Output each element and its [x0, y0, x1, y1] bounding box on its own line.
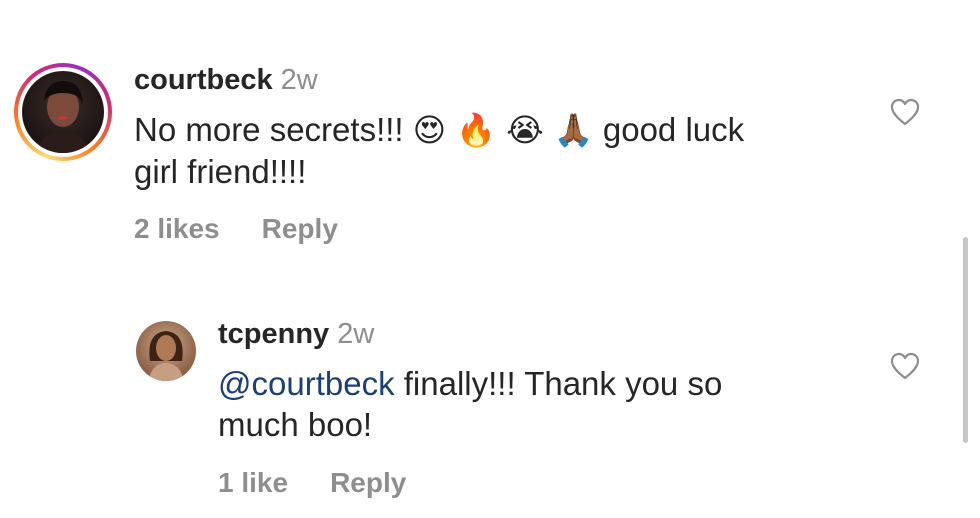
- scrollbar[interactable]: [963, 237, 968, 443]
- likes-count[interactable]: 2 likes: [134, 213, 220, 244]
- story-ring-avatar-courtbeck[interactable]: [14, 63, 112, 161]
- avatar-photo-icon: [36, 81, 90, 153]
- comment-username[interactable]: courtbeck 2w: [134, 64, 318, 97]
- comment-body: No more secrets!!! 😍 🔥 😭 🙏🏾 good luck gi…: [134, 111, 745, 190]
- reply-time: 2w: [337, 318, 375, 350]
- avatar-photo-icon: [148, 331, 184, 381]
- likes-count[interactable]: 1 like: [218, 467, 288, 498]
- reply-meta: 1 like Reply: [218, 467, 406, 499]
- avatar: [22, 71, 104, 153]
- reply-body: @courtbeck finally!!! Thank you so much …: [218, 365, 723, 443]
- reply-button[interactable]: Reply: [330, 467, 406, 498]
- reply-button[interactable]: Reply: [262, 213, 338, 244]
- heart-outline-icon[interactable]: [890, 98, 920, 126]
- mention-link[interactable]: @courtbeck: [218, 365, 395, 402]
- comment-time: 2w: [280, 64, 318, 96]
- heart-outline-icon[interactable]: [890, 352, 920, 380]
- emoji-sequence: 😍 🔥 😭 🙏🏾: [412, 111, 594, 149]
- comments-thread: courtbeck 2w No more secrets!!! 😍 🔥 😭 🙏🏾 …: [0, 0, 980, 518]
- comment-meta: 2 likes Reply: [134, 213, 338, 245]
- avatar-tcpenny[interactable]: [136, 321, 196, 381]
- reply-username[interactable]: tcpenny 2w: [218, 318, 374, 351]
